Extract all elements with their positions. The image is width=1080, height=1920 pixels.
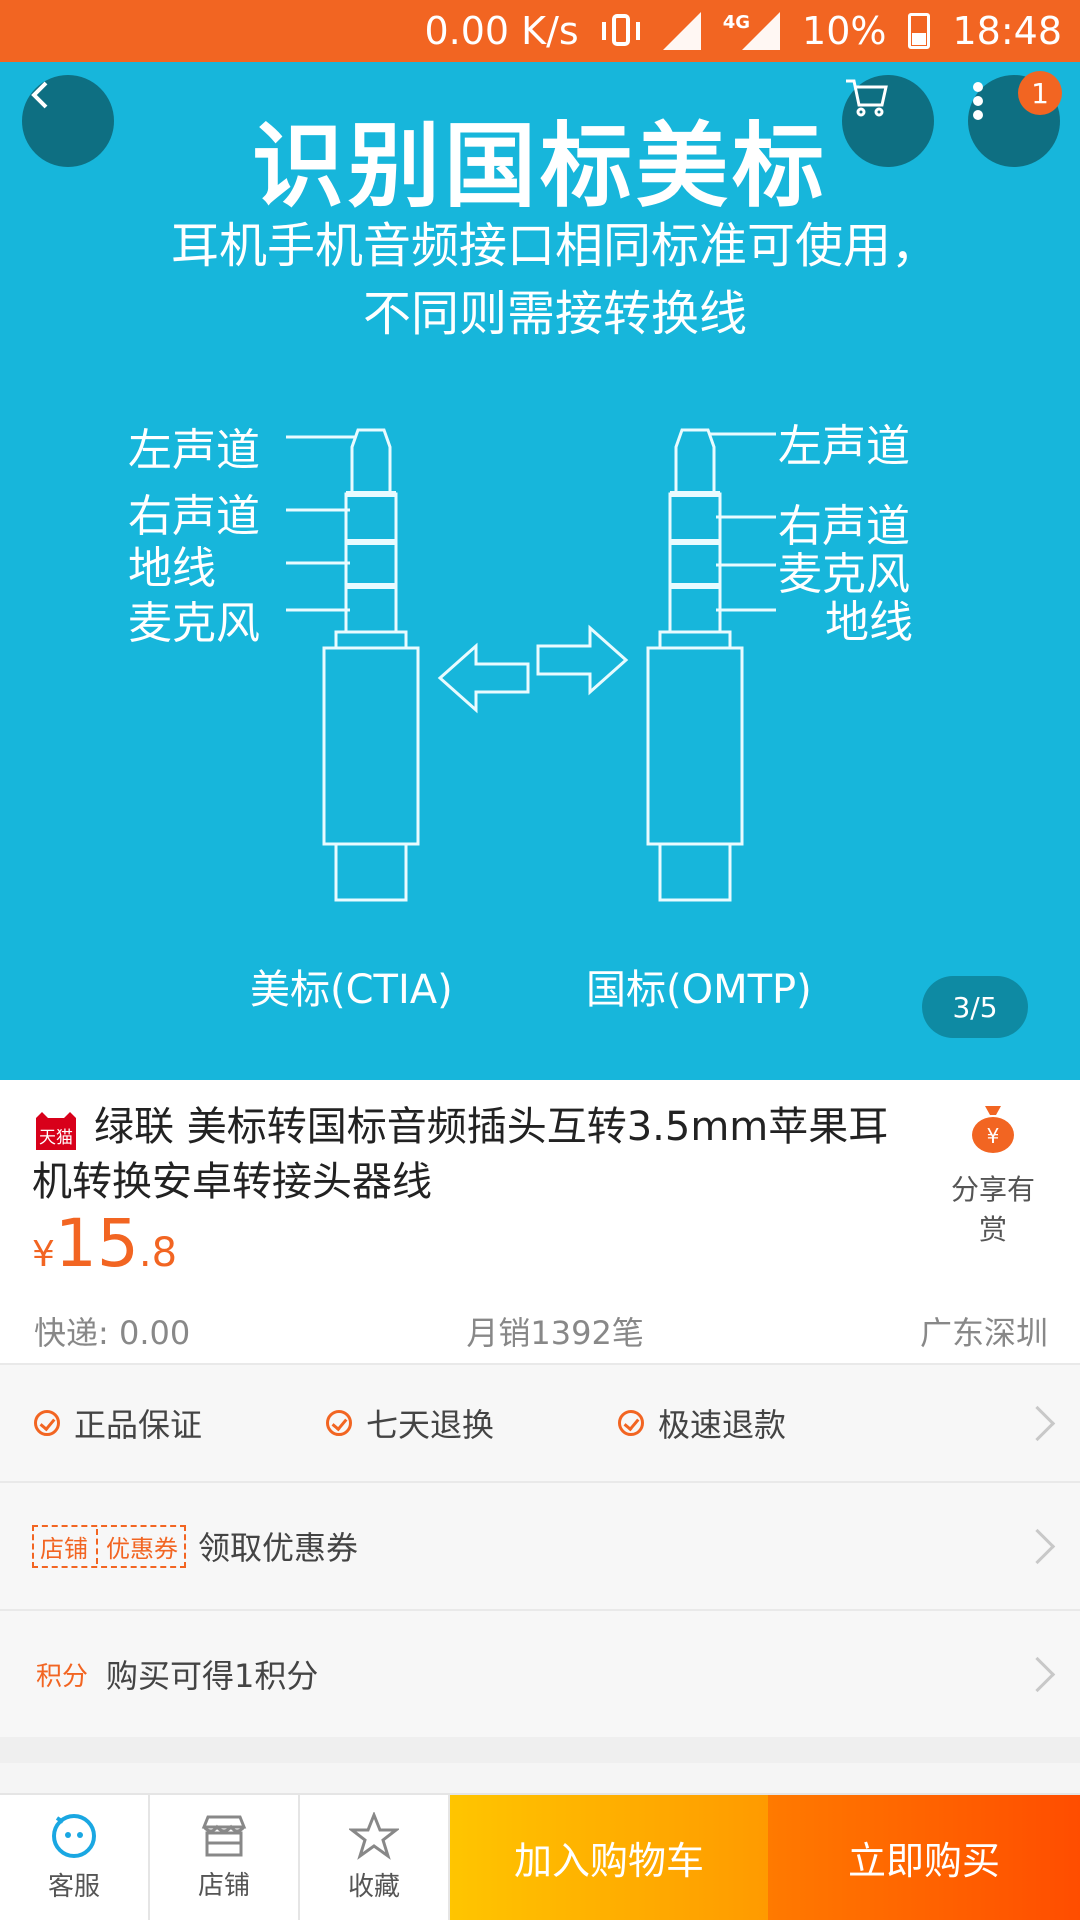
coupon-row[interactable]: 店铺 优惠券 领取优惠券 xyxy=(0,1481,1080,1609)
favorite-button[interactable]: 收藏 xyxy=(300,1795,450,1920)
store-icon xyxy=(201,1815,247,1857)
network-speed: 0.00 K/s xyxy=(424,9,579,53)
guarantee-label: 七天退换 xyxy=(366,1406,495,1444)
hero-subtitle: 耳机手机音频接口相同标准可使用，不同则需接转换线 xyxy=(170,218,939,342)
price: ¥15.8 xyxy=(32,1205,177,1282)
bidirectional-arrows-icon xyxy=(437,624,629,714)
section-divider xyxy=(0,1737,1080,1763)
points-tag: 积分 xyxy=(36,1661,89,1692)
right-label-ground: 地线 xyxy=(825,597,913,648)
customer-service-button[interactable]: 客服 xyxy=(0,1795,150,1920)
battery-percent: 10% xyxy=(802,9,887,53)
notification-badge: 1 xyxy=(1018,71,1062,115)
customer-service-label: 客服 xyxy=(47,1872,100,1902)
claim-coupon-label: 领取优惠券 xyxy=(198,1529,359,1567)
shop-coupon-tag: 店铺 优惠券 xyxy=(32,1524,186,1568)
bottom-action-bar: 客服 店铺 收藏 加入购物车 立即购买 xyxy=(0,1793,1080,1920)
favorite-label: 收藏 xyxy=(347,1872,400,1902)
ship-location: 广东深圳 xyxy=(919,1314,1048,1352)
chevron-right-icon xyxy=(1019,1405,1056,1441)
cart-icon xyxy=(846,79,888,117)
guarantee-authentic: 正品保证 xyxy=(34,1400,202,1446)
product-meta: 快递: 0.00 月销1392笔 广东深圳 xyxy=(34,1308,1048,1354)
omtp-plug-illustration xyxy=(646,428,776,902)
coupon-tag-shop: 店铺 xyxy=(40,1534,88,1563)
monthly-sales: 月销1392笔 xyxy=(466,1314,644,1352)
shop-button[interactable]: 店铺 xyxy=(150,1795,300,1920)
chevron-right-icon xyxy=(1019,1656,1056,1692)
battery-icon xyxy=(908,13,931,49)
product-info: 天猫 绿联 美标转国标音频插头互转3.5mm苹果耳机转换安卓转接头器线 ¥ 分享… xyxy=(0,1080,1080,1363)
status-bar: 0.00 K/s 4G 10% 18:48 xyxy=(0,0,1080,62)
signal-icon xyxy=(662,12,701,50)
guarantee-label: 极速退款 xyxy=(658,1406,787,1444)
points-row[interactable]: 积分 购买可得1积分 xyxy=(0,1609,1080,1737)
buy-now-button[interactable]: 立即购买 xyxy=(768,1795,1080,1920)
share-reward-button[interactable]: ¥ 分享有赏 xyxy=(938,1102,1048,1248)
ctia-caption: 美标(CTIA) xyxy=(250,967,453,1013)
guarantee-7-day-return: 七天退换 xyxy=(326,1400,494,1446)
star-icon xyxy=(349,1812,399,1860)
shipping-fee: 快递: 0.00 xyxy=(34,1314,191,1352)
guarantee-fast-refund: 极速退款 xyxy=(618,1400,786,1446)
share-reward-label: 分享有赏 xyxy=(950,1173,1035,1246)
cart-button[interactable] xyxy=(842,75,934,167)
more-vertical-icon xyxy=(973,82,983,120)
check-circle-icon xyxy=(34,1410,60,1436)
guarantee-label: 正品保证 xyxy=(74,1406,203,1444)
network-4g-icon: 4G xyxy=(723,12,781,50)
add-to-cart-button[interactable]: 加入购物车 xyxy=(450,1795,768,1920)
check-circle-icon xyxy=(326,1410,352,1436)
left-label-left-channel: 左声道 xyxy=(128,425,260,476)
clock: 18:48 xyxy=(952,9,1062,53)
price-integer: 15 xyxy=(54,1205,139,1282)
omtp-caption: 国标(OMTP) xyxy=(586,967,812,1013)
right-label-left-channel: 左声道 xyxy=(778,421,910,472)
image-counter: 3/5 xyxy=(922,976,1028,1038)
left-label-mic: 麦克风 xyxy=(128,598,260,649)
points-label: 购买可得1积分 xyxy=(106,1657,319,1695)
guarantees-row[interactable]: 正品保证 七天退换 极速退款 xyxy=(0,1363,1080,1481)
back-button[interactable] xyxy=(22,75,114,167)
check-circle-icon xyxy=(618,1410,644,1436)
shop-label: 店铺 xyxy=(197,1871,250,1901)
chat-bubble-icon xyxy=(52,1814,96,1858)
vibrate-icon xyxy=(601,12,641,50)
back-arrow-icon xyxy=(31,81,48,109)
svg-text:¥: ¥ xyxy=(987,1124,1000,1148)
price-currency: ¥ xyxy=(32,1234,55,1275)
money-bag-icon: ¥ xyxy=(972,1106,1014,1153)
product-title: 绿联 美标转国标音频插头互转3.5mm苹果耳机转换安卓转接头器线 xyxy=(32,1104,889,1205)
product-image-carousel[interactable]: 识别国标美标 耳机手机音频接口相同标准可使用，不同则需接转换线 左声道 右声道 … xyxy=(0,62,1080,1080)
more-menu-button[interactable]: 1 xyxy=(968,71,1062,167)
coupon-tag-coupon: 优惠券 xyxy=(106,1534,178,1563)
chevron-right-icon xyxy=(1019,1528,1056,1564)
ctia-plug-illustration xyxy=(286,428,420,902)
price-decimal: .8 xyxy=(138,1230,178,1276)
